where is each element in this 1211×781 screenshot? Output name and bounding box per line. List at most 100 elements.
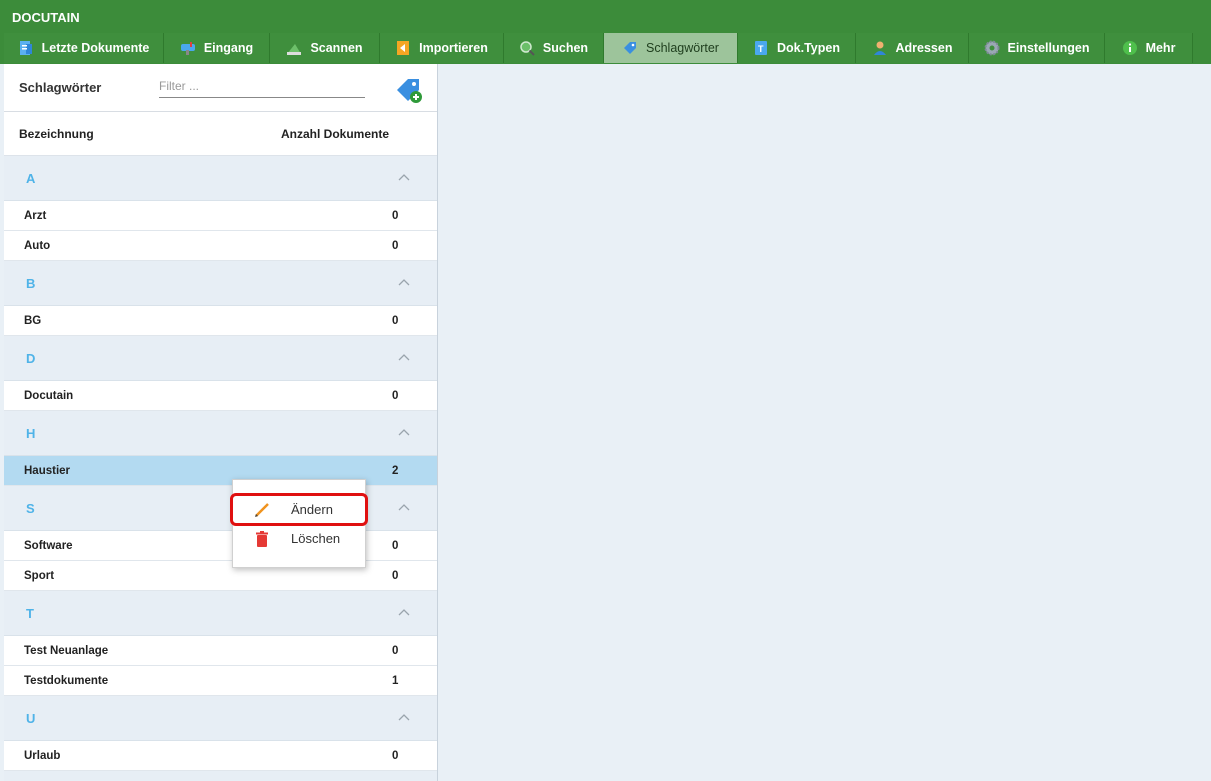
toolbar-label: Letzte Dokumente: [41, 41, 150, 55]
toolbar-scannen-button[interactable]: Scannen: [270, 33, 380, 63]
doctype-icon: T: [755, 41, 767, 55]
chevron-up-icon[interactable]: [398, 608, 410, 616]
trash-icon: [256, 531, 268, 547]
mailbox-icon: [180, 42, 195, 55]
list-item[interactable]: Software 0: [4, 531, 437, 561]
toolbar-label: Scannen: [310, 41, 363, 55]
panel-title: Schlagwörter: [19, 80, 102, 95]
toolbar-label: Schlagwörter: [646, 41, 719, 55]
toolbar-doktypen-button[interactable]: T Dok.Typen: [738, 33, 856, 63]
list-item[interactable]: Arzt 0: [4, 201, 437, 231]
item-name: Urlaub: [24, 750, 61, 762]
group-letter: H: [26, 426, 36, 441]
filter-input[interactable]: [159, 74, 365, 98]
item-name: Testdokumente: [24, 675, 109, 687]
list-item[interactable]: Sport 0: [4, 561, 437, 591]
app-title: DOCUTAIN: [12, 10, 80, 25]
group-header-b[interactable]: B: [4, 261, 437, 306]
list-item[interactable]: Docutain 0: [4, 381, 437, 411]
list-item[interactable]: Test Neuanlage 0: [4, 636, 437, 666]
gear-icon: [984, 40, 1000, 56]
group-letter: T: [26, 606, 34, 621]
toolbar-adressen-button[interactable]: Adressen: [856, 33, 969, 63]
item-name: Haustier: [24, 465, 71, 477]
info-icon: [1122, 41, 1137, 55]
group-header-a[interactable]: A: [4, 156, 437, 201]
item-name: Arzt: [24, 210, 47, 222]
group-header-d[interactable]: D: [4, 336, 437, 381]
item-count: 1: [392, 675, 399, 687]
group-letter: S: [26, 501, 35, 516]
item-name: Test Neuanlage: [24, 645, 109, 657]
main-toolbar: Letzte Dokumente Eingang Scannen Importi…: [4, 33, 1193, 63]
chevron-up-icon[interactable]: [398, 428, 410, 436]
toolbar-label: Importieren: [419, 41, 488, 55]
item-count: 0: [392, 570, 399, 582]
tag-icon: [624, 42, 637, 54]
context-menu-delete-label: Löschen: [291, 531, 341, 546]
toolbar-einstellungen-button[interactable]: Einstellungen: [969, 33, 1105, 63]
toolbar-label: Eingang: [203, 41, 254, 55]
list-item[interactable]: Auto 0: [4, 231, 437, 261]
item-count: 2: [392, 465, 399, 477]
list-item-selected[interactable]: Haustier 2: [4, 456, 437, 486]
item-count: 0: [392, 240, 399, 252]
group-letter: B: [26, 276, 36, 291]
app-header: DOCUTAIN Letzte Dokumente Eingang Scanne…: [0, 0, 1211, 64]
toolbar-label: Suchen: [542, 41, 589, 55]
keyword-list: A Arzt 0 Auto 0 B BG 0 D Docutain 0 H Ha…: [4, 156, 437, 771]
item-name: Auto: [24, 240, 51, 252]
svg-text:T: T: [758, 44, 764, 54]
pencil-icon: [255, 503, 269, 517]
document-icon: [19, 41, 32, 55]
group-header-t[interactable]: T: [4, 591, 437, 636]
search-icon: [520, 41, 535, 56]
chevron-up-icon[interactable]: [398, 278, 410, 286]
import-icon: [397, 41, 410, 55]
item-count: 0: [392, 540, 399, 552]
toolbar-letzte-dokumente-button[interactable]: Letzte Dokumente: [4, 33, 164, 63]
toolbar-mehr-button[interactable]: Mehr: [1105, 33, 1193, 63]
context-menu-edit-label: Ändern: [291, 502, 333, 517]
person-icon: [873, 41, 886, 55]
item-name: Sport: [24, 570, 55, 582]
item-name: Software: [24, 540, 73, 552]
item-name: BG: [24, 315, 42, 327]
list-item[interactable]: BG 0: [4, 306, 437, 336]
add-tag-icon[interactable]: [395, 76, 423, 104]
toolbar-label: Dok.Typen: [777, 41, 840, 55]
item-count: 0: [392, 390, 399, 402]
list-item[interactable]: Testdokumente 1: [4, 666, 437, 696]
group-header-h[interactable]: H: [4, 411, 437, 456]
group-header-s[interactable]: S: [4, 486, 437, 531]
column-count-header[interactable]: Anzahl Dokumente: [281, 127, 389, 141]
toolbar-eingang-button[interactable]: Eingang: [164, 33, 270, 63]
group-letter: U: [26, 711, 36, 726]
chevron-up-icon[interactable]: [398, 173, 410, 181]
scanner-icon: [287, 44, 302, 55]
item-count: 0: [392, 210, 399, 222]
toolbar-label: Einstellungen: [1007, 41, 1090, 55]
context-menu-edit[interactable]: Ändern: [233, 495, 367, 525]
toolbar-label: Adressen: [895, 41, 953, 55]
context-menu-delete[interactable]: Löschen: [233, 524, 367, 554]
keywords-panel: Schlagwörter Bezeichnung Anzahl Dokument…: [4, 64, 438, 781]
item-count: 0: [392, 645, 399, 657]
item-count: 0: [392, 750, 399, 762]
column-name-header[interactable]: Bezeichnung: [19, 127, 94, 141]
item-count: 0: [392, 315, 399, 327]
main-content-area: [439, 64, 1211, 781]
list-item[interactable]: Urlaub 0: [4, 741, 437, 771]
group-header-u[interactable]: U: [4, 696, 437, 741]
column-header: Bezeichnung Anzahl Dokumente: [4, 112, 437, 156]
toolbar-label: Mehr: [1145, 41, 1176, 55]
toolbar-importieren-button[interactable]: Importieren: [380, 33, 504, 63]
chevron-up-icon[interactable]: [398, 503, 410, 511]
chevron-up-icon[interactable]: [398, 713, 410, 721]
group-letter: A: [26, 171, 36, 186]
panel-header: Schlagwörter: [4, 64, 437, 112]
chevron-up-icon[interactable]: [398, 353, 410, 361]
toolbar-suchen-button[interactable]: Suchen: [504, 33, 604, 63]
toolbar-schlagwoerter-button[interactable]: Schlagwörter: [604, 33, 738, 63]
group-letter: D: [26, 351, 36, 366]
